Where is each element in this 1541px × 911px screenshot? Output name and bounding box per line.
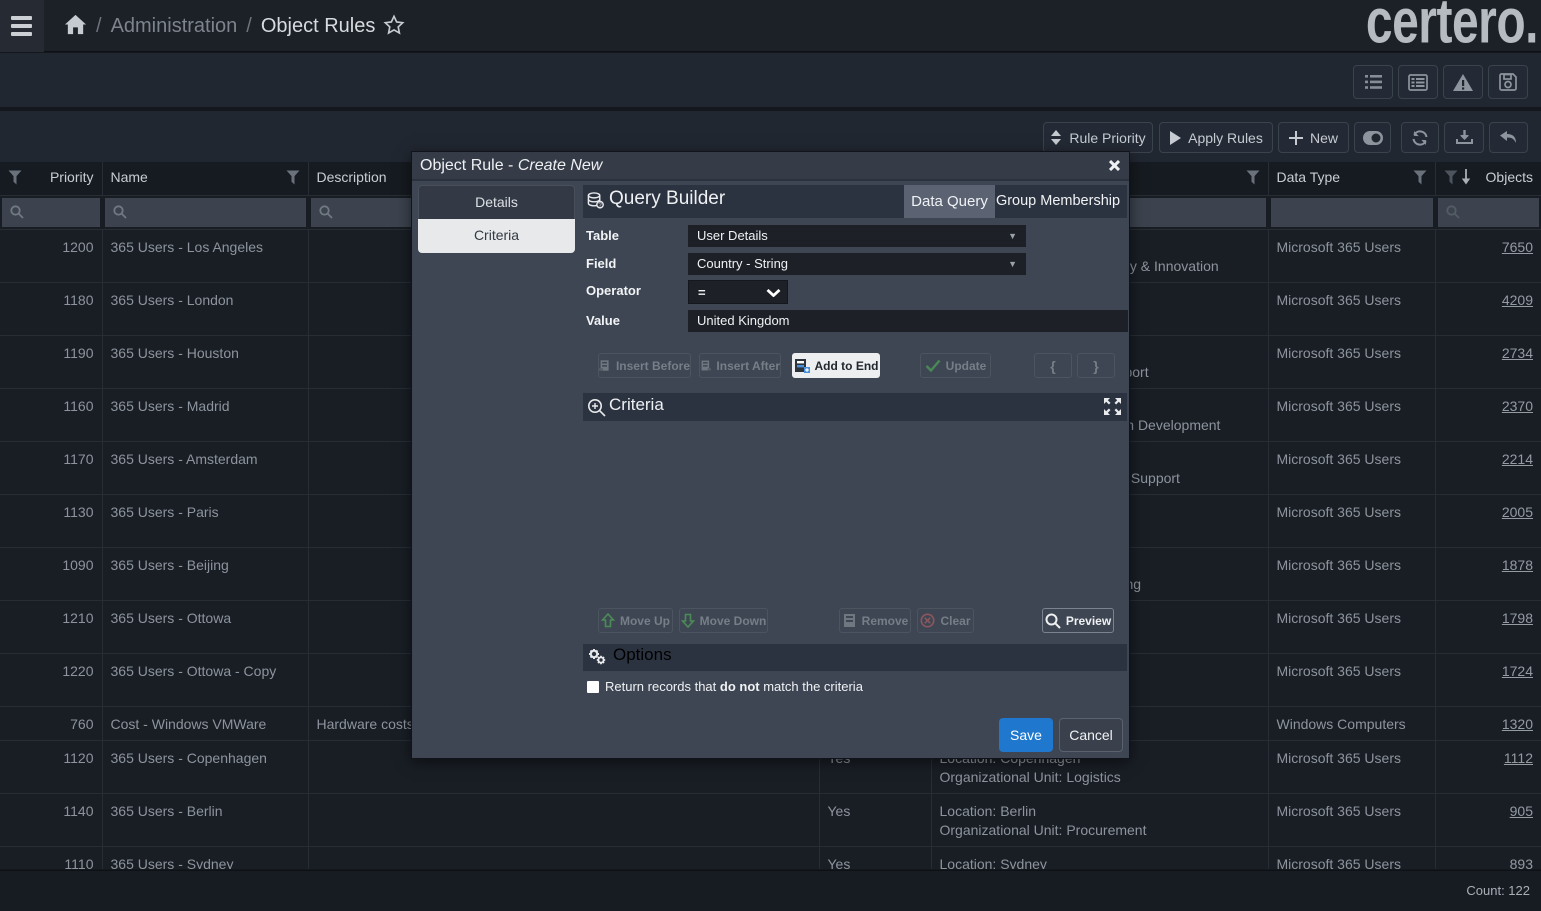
svg-text:?: ? — [598, 202, 602, 209]
